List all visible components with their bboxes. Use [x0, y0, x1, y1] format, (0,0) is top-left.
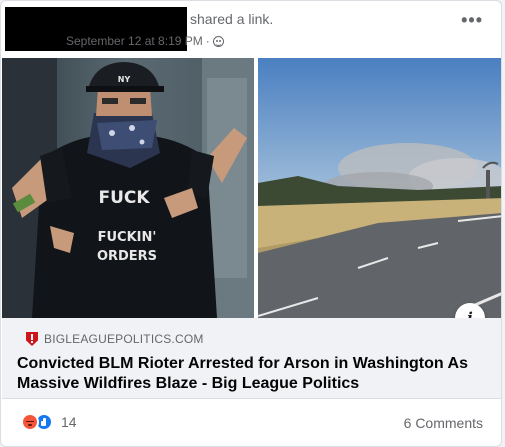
link-domain-row: BIGLEAGUEPOLITICS.COM — [26, 332, 204, 346]
facebook-post: shared a link. September 12 at 8:19 PM ·… — [0, 0, 502, 447]
shield-alert-icon — [26, 332, 38, 346]
link-domain: BIGLEAGUEPOLITICS.COM — [44, 332, 204, 346]
wildfire-road-illustration — [258, 58, 501, 318]
masked-man-photo[interactable]: NY FUCK FUCKIN' ORDERS — [2, 58, 254, 318]
more-options-icon[interactable]: ••• — [461, 11, 483, 29]
shirt-text-line-2: FUCKIN' — [98, 230, 157, 245]
svg-text:NY: NY — [118, 75, 131, 84]
masked-man-illustration: NY FUCK FUCKIN' ORDERS — [2, 58, 254, 318]
shared-link-text: shared a link. — [190, 11, 274, 27]
angry-reaction-icon — [21, 413, 39, 431]
shirt-text-line-3: ORDERS — [97, 249, 157, 264]
post-meta: September 12 at 8:19 PM · — [66, 34, 224, 48]
link-preview[interactable]: BIGLEAGUEPOLITICS.COM Convicted BLM Riot… — [2, 318, 501, 399]
reactions-summary[interactable]: 14 — [21, 413, 77, 431]
post-timestamp[interactable]: September 12 at 8:19 PM — [66, 34, 203, 48]
reaction-count: 14 — [61, 414, 77, 430]
meta-separator: · — [205, 34, 210, 48]
wildfire-road-photo[interactable] — [258, 58, 501, 318]
shirt-text-line-1: FUCK — [98, 188, 150, 208]
comments-count-link[interactable]: 6 Comments — [404, 415, 483, 431]
link-title[interactable]: Convicted BLM Rioter Arrested for Arson … — [17, 354, 487, 394]
globe-icon[interactable] — [212, 35, 224, 47]
